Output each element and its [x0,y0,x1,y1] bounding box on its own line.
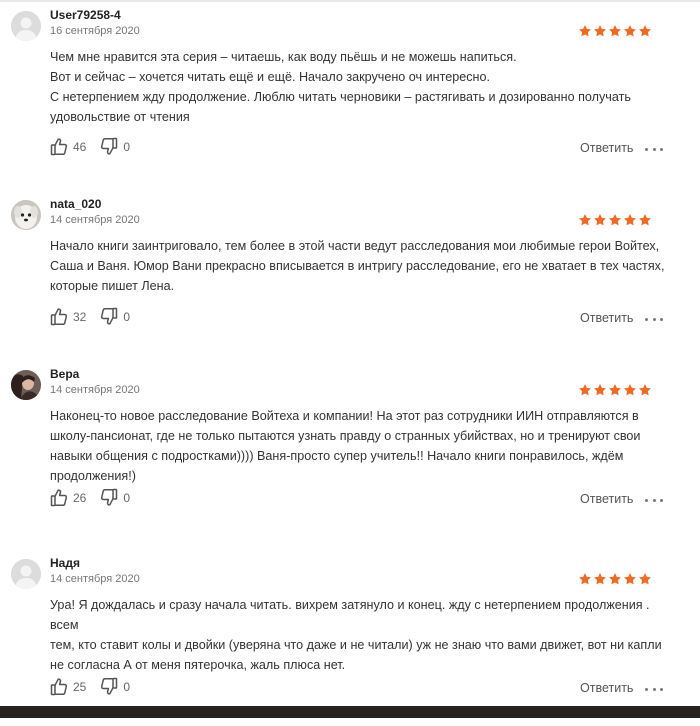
more-options-icon[interactable] [645,316,663,322]
like-count: 25 [73,679,87,694]
vote-controls: 46 0 [50,137,130,156]
review-item: User79258-4 16 сентября 2020 Чем мне нрави… [0,8,700,178]
rating-stars [578,572,652,586]
like-button[interactable]: 25 [50,677,86,696]
reviewer-name[interactable]: Вера [50,367,79,381]
avatar[interactable] [11,370,41,400]
review-text-line: Начало книги заинтриговало, тем более в … [50,239,660,253]
avatar[interactable] [11,559,41,589]
reviewer-name[interactable]: nata_020 [50,197,101,211]
review-text: Начало книги заинтриговало, тем более в … [50,236,670,296]
dislike-button[interactable]: 0 [100,677,130,696]
review-text-line: Наконец-то новое расследование Войтеха и… [50,409,639,423]
review-text-line: продолжения!) [50,469,136,483]
thumbs-down-icon [100,488,118,507]
like-count: 46 [73,139,87,154]
avatar[interactable] [11,200,41,230]
review-date: 16 сентября 2020 [50,25,140,37]
review-item: nata_020 14 сентября 2020 Начало книги заи… [0,197,700,367]
like-count: 32 [73,309,87,324]
like-count: 26 [73,490,87,505]
like-button[interactable]: 46 [50,137,86,156]
review-date: 14 сентября 2020 [50,384,140,396]
thumbs-down-icon [100,137,118,156]
review-text-line: всем [50,618,79,632]
reviewer-name[interactable]: User79258-4 [50,8,121,22]
thumbs-down-icon [100,307,118,326]
avatar[interactable] [11,11,41,41]
review-text-line: С нетерпением жду продолжение. Люблю чит… [50,90,631,104]
review-text-line: Чем мне нравится эта серия – читаешь, ка… [50,50,517,64]
review-text: Наконец-то новое расследование Войтеха и… [50,406,670,486]
review-text-line: навыки общения с подростками)))) Ваня-пр… [50,449,624,463]
review-date: 14 сентября 2020 [50,214,140,226]
more-options-icon[interactable] [645,686,663,692]
dislike-button[interactable]: 0 [100,488,130,507]
review-text: Ура! Я дождалась и сразу начала читать. … [50,595,670,675]
top-divider [0,0,700,2]
dislike-button[interactable]: 0 [100,307,130,326]
like-button[interactable]: 32 [50,307,86,326]
review-item: Вера 14 сентября 2020 Наконец-то новое рас… [0,367,700,537]
reply-button[interactable]: Ответить [580,311,633,325]
review-text-line: Саша и Ваня. Юмор Вани прекрасно вписыва… [50,259,665,273]
thumbs-up-icon [50,307,68,326]
vote-controls: 32 0 [50,307,130,326]
page-footer-bar [0,706,700,718]
dislike-count: 0 [123,139,131,154]
dislike-button[interactable]: 0 [100,137,130,156]
reply-button[interactable]: Ответить [580,141,633,155]
review-text-line: которые пишет Лена. [50,279,175,293]
more-options-icon[interactable] [645,497,663,503]
review-text-line: школу-пансионат, где не только пытаются … [50,429,641,443]
vote-controls: 26 0 [50,488,130,507]
vote-controls: 25 0 [50,677,130,696]
review-date: 14 сентября 2020 [50,573,140,585]
review-item: Надя 14 сентября 2020 Ура! Я дождалась и с… [0,556,700,726]
dislike-count: 0 [123,679,131,694]
dislike-count: 0 [123,490,131,505]
review-text-line: Ура! Я дождалась и сразу начала читать. … [50,598,650,612]
thumbs-up-icon [50,488,68,507]
review-text-line: Вот и сейчас – хочется читать ещё и ещё.… [50,70,490,84]
dislike-count: 0 [123,309,131,324]
review-text-line: удовольствие от чтения [50,110,190,124]
thumbs-down-icon [100,677,118,696]
more-options-icon[interactable] [645,146,663,152]
review-text-line: тем, кто ставит колы и двойки (уверяна ч… [50,638,662,652]
thumbs-up-icon [50,137,68,156]
thumbs-up-icon [50,677,68,696]
review-text-line: не согласна А от меня пятерочка, жаль пл… [50,658,346,672]
reviewer-name[interactable]: Надя [50,556,80,570]
like-button[interactable]: 26 [50,488,86,507]
rating-stars [578,24,652,38]
rating-stars [578,383,652,397]
review-text: Чем мне нравится эта серия – читаешь, ка… [50,47,670,127]
reply-button[interactable]: Ответить [580,492,633,506]
rating-stars [578,213,652,227]
reply-button[interactable]: Ответить [580,681,633,695]
